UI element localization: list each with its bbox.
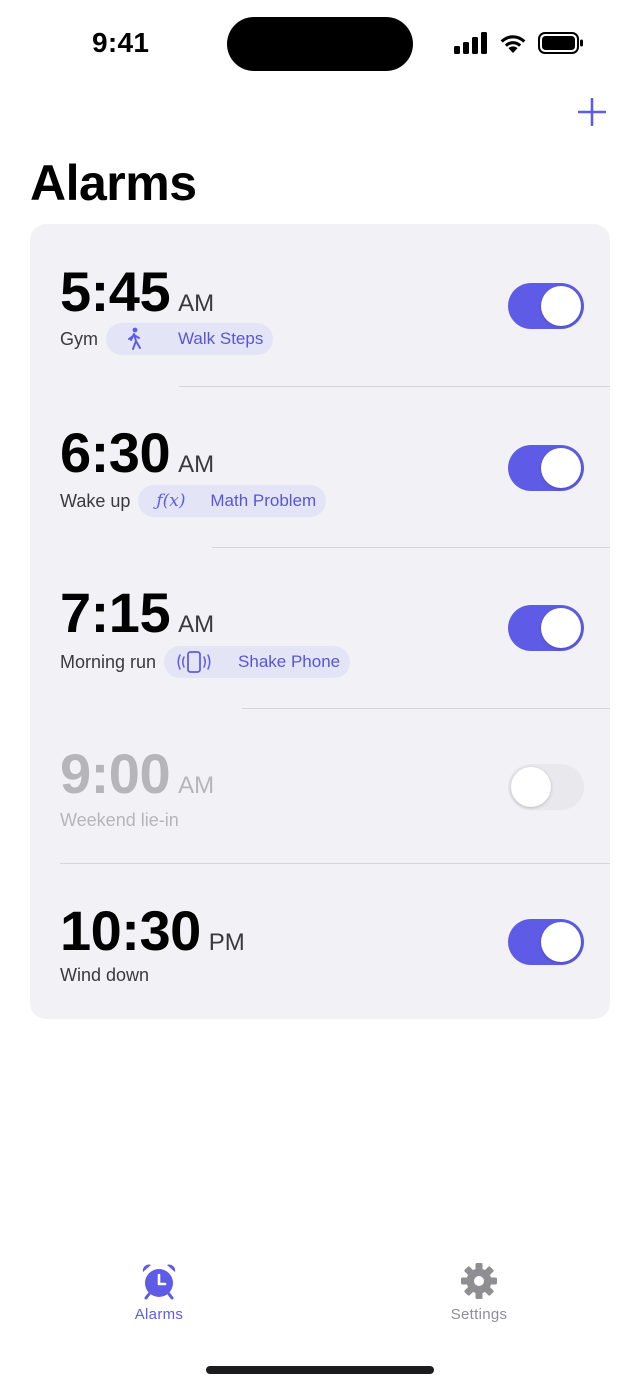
alarm-period: AM	[178, 611, 215, 638]
tab-label: Settings	[450, 1306, 508, 1323]
alarm-period: PM	[208, 929, 245, 956]
alarm-time-line: 7:15 AM	[60, 585, 214, 641]
alarm-list: 5:45 AM Gym Walk Steps 6:30 AM Wake up ƒ…	[30, 224, 610, 1019]
plus-icon	[577, 97, 607, 127]
challenge-text: Walk Steps	[178, 329, 264, 348]
alarm-time: 6:30	[60, 421, 171, 484]
alarm-label: Weekend lie-in	[60, 810, 179, 830]
alarm-clock-icon	[142, 1264, 176, 1300]
alarm-row[interactable]: 7:15 AM Morning run Shake Phone	[30, 547, 610, 709]
challenge-badge: Walk Steps	[106, 323, 274, 355]
status-bar: 9:41	[0, 0, 640, 90]
alarm-subline: Morning run Shake Phone	[60, 646, 351, 678]
alarm-label: Morning run	[60, 651, 157, 672]
alarm-row[interactable]: 6:30 AM Wake up ƒ(x) Math Problem	[30, 387, 610, 548]
cellular-signal-icon	[454, 32, 487, 54]
status-time: 9:41	[92, 27, 150, 58]
alarm-time-line: 5:45 AM	[60, 264, 214, 320]
toggle-knob	[541, 448, 581, 488]
alarm-period: AM	[178, 290, 215, 317]
tab-bar: Alarms Settings	[0, 1262, 640, 1342]
alarm-time: 5:45	[60, 260, 171, 323]
wifi-icon	[500, 35, 526, 53]
alarm-time: 7:15	[60, 581, 171, 644]
add-alarm-button[interactable]	[577, 97, 607, 127]
alarm-time-line: 10:30 PM	[60, 903, 245, 959]
alarm-row[interactable]: 9:00 AM Weekend lie-in	[30, 708, 610, 864]
tab-alarms[interactable]: Alarms	[99, 1262, 219, 1323]
alarm-time-line: 6:30 AM	[60, 425, 214, 481]
challenge-text: Math Problem	[210, 491, 317, 510]
system-icons	[454, 31, 584, 55]
alarm-label: Wake up	[60, 490, 131, 511]
alarm-time-line: 9:00 AM	[60, 746, 214, 802]
alarm-period: AM	[178, 451, 215, 478]
shaking-phone-icon	[176, 650, 224, 674]
alarm-label: Wind down	[60, 965, 150, 985]
alarm-toggle[interactable]	[508, 764, 584, 810]
battery-icon	[538, 32, 583, 54]
alarm-row[interactable]: 5:45 AM Gym Walk Steps	[30, 224, 610, 387]
alarm-time: 10:30	[60, 899, 201, 962]
alarm-toggle[interactable]	[508, 605, 584, 651]
alarm-period: AM	[178, 772, 215, 799]
alarm-toggle[interactable]	[508, 445, 584, 491]
alarm-subline: Weekend lie-in	[60, 810, 179, 831]
alarm-subline: Wind down	[60, 965, 149, 986]
tab-label: Alarms	[134, 1306, 184, 1323]
dynamic-island	[227, 17, 413, 71]
tab-settings[interactable]: Settings	[419, 1262, 539, 1323]
challenge-text: Shake Phone	[238, 652, 341, 671]
toggle-knob	[541, 922, 581, 962]
alarm-time: 9:00	[60, 742, 171, 805]
gear-icon	[461, 1263, 497, 1299]
challenge-badge: Shake Phone	[164, 646, 351, 678]
alarm-row[interactable]: 10:30 PM Wind down	[30, 863, 610, 1019]
toggle-knob	[541, 608, 581, 648]
alarm-subline: Wake up ƒ(x) Math Problem	[60, 485, 327, 517]
page-title: Alarms	[30, 155, 197, 211]
alarm-label: Gym	[60, 328, 98, 349]
home-indicator[interactable]	[206, 1366, 434, 1374]
toggle-knob	[541, 286, 581, 326]
alarm-toggle[interactable]	[508, 283, 584, 329]
toggle-knob	[511, 767, 551, 807]
walking-figure-icon	[124, 327, 164, 351]
alarm-subline: Gym Walk Steps	[60, 323, 274, 355]
function-icon: ƒ(x)	[156, 491, 186, 511]
challenge-badge: ƒ(x) Math Problem	[138, 485, 327, 517]
alarm-toggle[interactable]	[508, 919, 584, 965]
